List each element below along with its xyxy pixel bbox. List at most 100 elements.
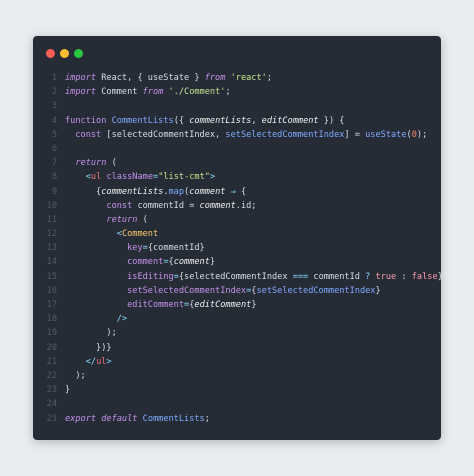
code-token: setSelectedCommentIndex: [127, 285, 247, 296]
line-content: [65, 397, 441, 411]
code-token: editComment: [261, 115, 319, 126]
window-controls: [46, 49, 83, 58]
line-content: comment={comment}: [65, 255, 441, 269]
code-token: className: [106, 172, 154, 183]
line-content: </ul>: [65, 355, 441, 369]
maximize-dot-icon[interactable]: [74, 49, 83, 58]
minimize-dot-icon[interactable]: [60, 49, 69, 58]
code-line: 2 import Comment from './Comment';: [33, 85, 441, 99]
line-content: />: [65, 312, 441, 326]
line-content: const [selectedCommentIndex, setSelected…: [65, 128, 441, 142]
code-token: }: [209, 257, 216, 268]
code-token: useState: [365, 129, 407, 140]
line-number: 14: [46, 257, 57, 268]
code-token: comment: [173, 257, 210, 268]
code-token: ;: [225, 87, 231, 98]
line-number: 21: [46, 356, 57, 367]
code-token: editComment: [127, 300, 185, 310]
code-token: true: [375, 271, 397, 282]
code-token: );: [65, 370, 86, 381]
code-line: 23}: [33, 383, 441, 397]
line-content: setSelectedCommentIndex={setSelectedComm…: [65, 284, 441, 298]
code-window: 1 import React, { useState } from 'react'…: [33, 36, 441, 440]
line-number: 18: [46, 314, 57, 325]
code-token: commentId =: [132, 200, 200, 211]
code-line: 13 key={commentId}: [33, 241, 441, 255]
code-token: './Comment': [168, 87, 226, 98]
code-token: {selectedCommentIndex: [178, 271, 293, 282]
line-number: 24: [46, 399, 57, 410]
code-line: 11 return (: [33, 213, 441, 227]
code-token: {: [65, 186, 102, 197]
code-token: }: [375, 285, 381, 296]
code-token: );: [416, 129, 428, 140]
line-number: 11: [46, 214, 57, 225]
code-line: 4 function CommentLists({ commentLists, e…: [33, 114, 441, 128]
code-token: ul: [90, 172, 102, 183]
code-token: import: [65, 87, 97, 98]
line-number: 16: [46, 285, 57, 296]
code-token: Comment: [121, 229, 159, 240]
code-line: 9 {commentLists.map(comment ⇒ {: [33, 185, 441, 199]
code-token: function: [65, 115, 107, 126]
line-number: 7: [51, 158, 57, 169]
code-line: 19 );: [33, 326, 441, 340]
code-line: 24: [33, 397, 441, 411]
line-content: key={commentId}: [65, 241, 441, 255]
code-token: (: [137, 214, 148, 225]
code-token: export: [65, 413, 97, 424]
line-number: 15: [46, 271, 57, 282]
code-token: .id;: [235, 200, 257, 211]
code-line: 20 })}: [33, 341, 441, 355]
line-content: export default CommentLists;: [65, 412, 441, 426]
line-content: [65, 99, 441, 113]
code-token: from: [204, 73, 226, 83]
code-token: {commentId}: [147, 243, 205, 254]
code-token: commentId: [308, 271, 366, 282]
line-number: 4: [51, 115, 57, 126]
line-content: return (: [65, 213, 441, 227]
line-number: 25: [46, 413, 57, 424]
code-line: 6: [33, 142, 441, 156]
code-token: commentLists: [101, 186, 164, 197]
close-dot-icon[interactable]: [46, 49, 55, 58]
line-number: 12: [46, 229, 57, 240]
code-token: false: [411, 271, 438, 282]
code-token: editComment: [194, 300, 252, 310]
code-line: 3: [33, 99, 441, 113]
line-content: [65, 142, 441, 156]
line-number: 22: [46, 370, 57, 381]
line-content: );: [65, 326, 441, 340]
code-token: }: [438, 272, 441, 282]
line-number: 23: [46, 385, 57, 396]
code-token: const: [106, 200, 133, 211]
code-line: 25 export default CommentLists;: [33, 412, 441, 426]
code-line: 17 editComment={editComment}: [33, 298, 441, 312]
line-number: 20: [46, 342, 57, 353]
code-token: >: [106, 356, 112, 367]
line-content: const commentId = comment.id;: [65, 199, 441, 213]
code-token: ;: [266, 73, 272, 83]
code-token: return: [106, 214, 138, 225]
code-token: ===: [292, 271, 309, 282]
line-number: 1: [51, 73, 57, 83]
code-token: }: [65, 385, 71, 396]
code-token: }) {: [318, 115, 345, 126]
code-token: </: [85, 356, 97, 367]
line-content: );: [65, 369, 441, 383]
code-token: [selectedCommentIndex,: [101, 129, 226, 140]
code-editor[interactable]: 1 import React, { useState } from 'react'…: [33, 71, 441, 426]
code-token: comment: [189, 186, 226, 197]
code-token: return: [75, 158, 107, 169]
code-token: 'react': [230, 73, 267, 83]
code-token: })}: [65, 342, 112, 353]
line-number: 13: [46, 243, 57, 254]
